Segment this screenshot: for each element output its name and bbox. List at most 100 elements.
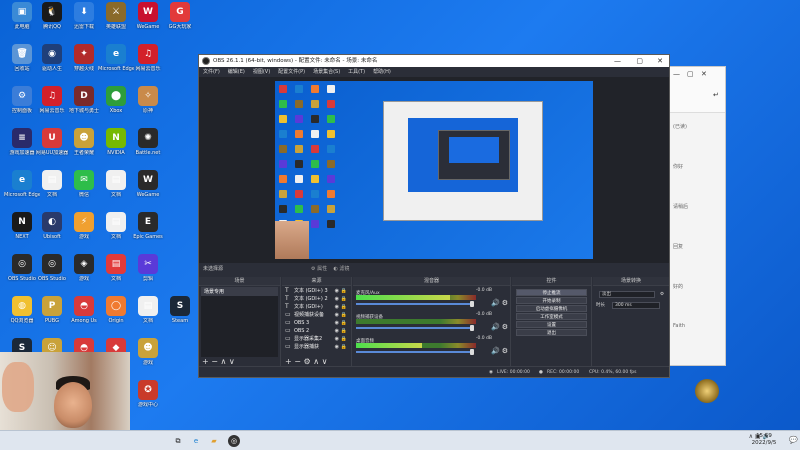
edge-taskbar-icon[interactable]: e (190, 435, 202, 447)
lock-icon[interactable]: 🔒 (341, 311, 347, 319)
desktop-icon[interactable]: ◈ 游戏 (66, 254, 102, 294)
channel-settings-icon[interactable]: ⚙ (502, 347, 508, 355)
control-button[interactable]: 启动虚拟摄像机 (516, 305, 587, 312)
visibility-icon[interactable]: ◉ (335, 287, 339, 295)
control-button[interactable]: 开始录制 (516, 297, 587, 304)
source-item[interactable]: ▭ 视频捕获设备 ◉ 🔒 (284, 311, 349, 319)
transition-type-select[interactable]: 淡出 (599, 291, 655, 298)
clock[interactable]: 15:59 2022/9/5 (742, 433, 786, 447)
desktop-icon[interactable]: ✉ 微信 (66, 170, 102, 210)
desktop-icon[interactable]: ◯ Origin (98, 296, 134, 336)
source-item[interactable]: ▭ 显示器捕获 ◉ 🔒 (284, 343, 349, 351)
properties-button[interactable]: ⚙ 属性 (311, 266, 327, 272)
channel-settings-icon[interactable]: ⚙ (502, 323, 508, 331)
desktop-icon[interactable]: N NVIDIA (98, 128, 134, 168)
volume-slider[interactable] (356, 303, 474, 305)
desktop-icon[interactable]: ⬤ Xbox (98, 86, 134, 126)
desktop-icon[interactable]: ⚔ 英雄联盟 (98, 2, 134, 42)
control-button[interactable]: 退出 (516, 329, 587, 336)
minimize-icon[interactable]: — (673, 70, 680, 78)
speaker-icon[interactable]: 🔊 (491, 323, 500, 331)
source-item[interactable]: ▭ 显示器采集2 ◉ 🔒 (284, 335, 349, 343)
lock-icon[interactable]: 🔒 (341, 319, 347, 327)
close-icon[interactable]: ✕ (701, 70, 707, 78)
speaker-icon[interactable]: 🔊 (491, 299, 500, 307)
desktop-icon[interactable]: ♫ 网易云音乐 (34, 86, 70, 126)
move-down-button[interactable]: ∨ (229, 357, 235, 366)
remove-source-button[interactable]: − (294, 357, 301, 366)
menu-item[interactable]: 视图(V) (253, 69, 270, 75)
visibility-icon[interactable]: ◉ (335, 343, 339, 351)
control-button[interactable]: 停止推流 (516, 289, 587, 296)
menu-item[interactable]: 文件(F) (203, 69, 220, 75)
visibility-icon[interactable]: ◉ (335, 295, 339, 303)
desktop-icon[interactable]: ☻ 王者荣耀 (66, 128, 102, 168)
source-item[interactable]: T 文本 (GDI+) 2 ◉ 🔒 (284, 295, 349, 303)
desktop-icon[interactable]: ✪ 游戏中心 (130, 380, 166, 420)
desktop-icon[interactable]: G GG大玩家 (162, 2, 198, 42)
scene-list[interactable]: 场景专用 (201, 287, 278, 357)
source-item[interactable]: T 文本 (GDI+) ◉ 🔒 (284, 303, 349, 311)
maximize-icon[interactable]: ▢ (687, 70, 694, 78)
add-scene-button[interactable]: + (202, 357, 209, 366)
desktop-icon[interactable]: D 地下城与勇士 (66, 86, 102, 126)
visibility-icon[interactable]: ◉ (335, 311, 339, 319)
chat-window[interactable]: — ▢ ✕ ↵ (已读) 你好 请稍后 回复 好的 Faith (668, 66, 726, 403)
desktop-icon[interactable]: ▤ 文档 (130, 296, 166, 336)
desktop-icon[interactable]: ☻ 游戏 (130, 338, 166, 378)
move-up-button[interactable]: ∧ (313, 357, 319, 366)
desktop-icon[interactable]: U 网易UU加速器 (34, 128, 70, 168)
desktop-icon[interactable]: ◐ Ubisoft (34, 212, 70, 252)
maximize-button[interactable]: ▢ (636, 55, 643, 67)
visibility-icon[interactable]: ◉ (335, 335, 339, 343)
menu-item[interactable]: 配置文件(P) (278, 69, 305, 75)
add-source-button[interactable]: + (285, 357, 292, 366)
desktop-icon[interactable]: e Microsoft Edge (98, 44, 134, 84)
desktop-icon[interactable]: ▤ 文档 (98, 254, 134, 294)
control-button[interactable]: 设置 (516, 321, 587, 328)
minimize-button[interactable]: — (614, 55, 621, 67)
visibility-icon[interactable]: ◉ (335, 303, 339, 311)
visibility-icon[interactable]: ◉ (335, 319, 339, 327)
desktop-icon[interactable]: ▤ 文档 (98, 212, 134, 252)
preview-canvas[interactable] (275, 81, 593, 259)
source-item[interactable]: ▭ OBS 2 ◉ 🔒 (284, 327, 349, 335)
scene-item[interactable]: 场景专用 (201, 287, 278, 296)
desktop-icon[interactable]: ◓ Among Us (66, 296, 102, 336)
desktop-icon[interactable]: S Steam (162, 296, 198, 336)
desktop-icon[interactable]: ⚡ 游戏 (66, 212, 102, 252)
close-button[interactable]: ✕ (657, 55, 663, 67)
transition-settings-icon[interactable]: ⚙ (660, 290, 664, 299)
desktop-icon[interactable]: W WeGame (130, 2, 166, 42)
file-explorer-icon[interactable]: ▰ (208, 435, 220, 447)
obs-window[interactable]: OBS 26.1.1 (64-bit, windows) - 配置文件: 未命名… (198, 54, 670, 378)
filters-button[interactable]: ◐ 滤镜 (333, 266, 349, 272)
volume-slider-handle[interactable] (470, 325, 474, 331)
desktop-icon[interactable]: ◉ 驱动人生 (34, 44, 70, 84)
reply-icon[interactable]: ↵ (713, 91, 719, 99)
channel-settings-icon[interactable]: ⚙ (502, 299, 508, 307)
control-button[interactable]: 工作室模式 (516, 313, 587, 320)
notification-icon[interactable]: 💬 (789, 436, 798, 444)
desktop-icon[interactable]: ⬇ 迅雷下载 (66, 2, 102, 42)
source-item[interactable]: T 文本 (GDI+) 3 ◉ 🔒 (284, 287, 349, 295)
source-item[interactable]: ▭ OBS 3 ◉ 🔒 (284, 319, 349, 327)
move-up-button[interactable]: ∧ (221, 357, 227, 366)
obs-titlebar[interactable]: OBS 26.1.1 (64-bit, windows) - 配置文件: 未命名… (199, 55, 669, 67)
menu-item[interactable]: 工具(T) (348, 69, 365, 75)
menu-item[interactable]: 帮助(H) (373, 69, 391, 75)
desktop-icon[interactable]: ✦ 穿越火线 (66, 44, 102, 84)
volume-slider[interactable] (356, 327, 474, 329)
avatar[interactable] (695, 379, 719, 403)
speaker-icon[interactable]: 🔊 (491, 347, 500, 355)
source-list[interactable]: T 文本 (GDI+) 3 ◉ 🔒 T 文本 (GDI+) 2 ◉ 🔒 T 文本 (GDI+) ◉ 🔒… (284, 287, 349, 357)
desktop-icon[interactable]: ♫ 网易云音乐 (130, 44, 166, 84)
duration-input[interactable]: 300 ms (612, 302, 660, 309)
desktop-icon[interactable]: P PUBG (34, 296, 70, 336)
lock-icon[interactable]: 🔒 (341, 343, 347, 351)
menu-item[interactable]: 编辑(E) (228, 69, 245, 75)
source-settings-icon[interactable]: ⚙ (304, 357, 311, 366)
desktop-icon[interactable]: ▤ 文档 (98, 170, 134, 210)
lock-icon[interactable]: 🔒 (341, 335, 347, 343)
lock-icon[interactable]: 🔒 (341, 295, 347, 303)
